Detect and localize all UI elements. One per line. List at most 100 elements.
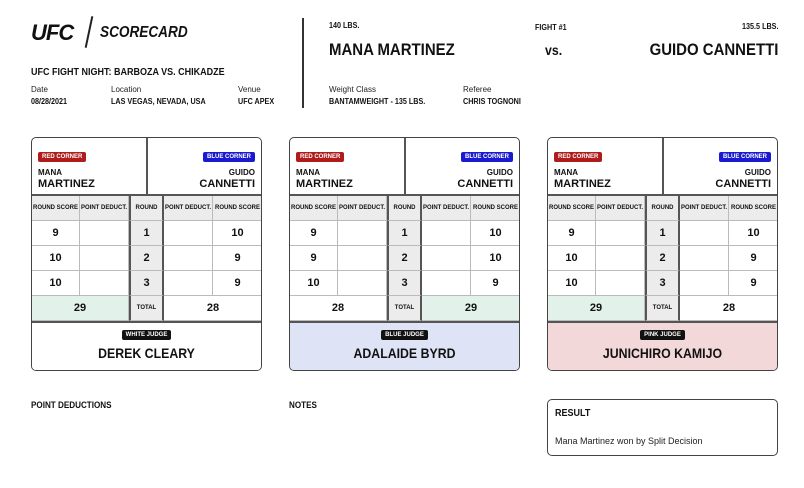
blue-first-name: GUIDO [744,168,771,177]
blue-first-name: GUIDO [486,168,513,177]
referee-value: CHRIS TOGNONI [463,97,521,106]
notes-heading: NOTES [289,400,317,410]
round-number: 3 [645,271,680,296]
column-header-round: ROUND [387,196,422,221]
blue-last-name: CANNETTI [199,178,255,190]
blue-corner-header: BLUE CORNER GUIDO CANNETTI [148,138,261,196]
red-last-name: MARTINEZ [296,178,353,190]
date-label: Date [31,85,48,94]
red-total: 28 [290,296,387,321]
blue-point-deduction [164,271,213,296]
red-corner-badge: RED CORNER [296,152,345,162]
date-value: 08/28/2021 [31,97,68,106]
blue-round-score: 9 [213,246,261,271]
red-round-score: 10 [548,271,596,296]
judge-badge: PINK JUDGE [640,330,685,340]
red-fighter-name: MANA MARTINEZ [329,40,455,59]
round-number: 2 [645,246,680,271]
red-point-deduction [338,246,387,271]
blue-round-score: 10 [471,221,519,246]
column-header-round-score: ROUND SCORE [290,196,338,221]
blue-total: 29 [422,296,519,321]
red-last-name: MARTINEZ [554,178,611,190]
red-point-deduction [80,271,129,296]
red-point-deduction [80,246,129,271]
red-corner-header: RED CORNER MANA MARTINEZ [290,138,406,196]
blue-point-deduction [680,221,729,246]
result-text: Mana Martinez won by Split Decision [555,436,703,446]
judge-name: ADALAIDE BYRD [353,345,456,361]
column-header-round: ROUND [129,196,164,221]
blue-round-score: 10 [471,246,519,271]
round-number: 3 [129,271,164,296]
column-header-round-score: ROUND SCORE [471,196,519,221]
blue-corner-header: BLUE CORNER GUIDO CANNETTI [664,138,777,196]
blue-round-score: 9 [729,246,777,271]
blue-round-score: 9 [213,271,261,296]
blue-last-name: CANNETTI [715,178,771,190]
fight-number: FIGHT #1 [535,23,567,32]
location-label: Location [111,85,142,94]
column-header-round-score: ROUND SCORE [729,196,777,221]
blue-first-name: GUIDO [228,168,255,177]
red-corner-badge: RED CORNER [38,152,87,162]
judge-section: PINK JUDGE JUNICHIRO KAMIJO [548,321,777,370]
red-point-deduction [338,221,387,246]
round-number: 1 [645,221,680,246]
round-number: 1 [387,221,422,246]
blue-total: 28 [164,296,261,321]
red-last-name: MARTINEZ [38,178,95,190]
weight-class-value: BANTAMWEIGHT - 135 LBS. [329,97,426,106]
total-label: TOTAL [129,296,164,321]
weight-class-label: Weight Class [329,85,376,94]
red-round-score: 9 [290,221,338,246]
judge-section: WHITE JUDGE DEREK CLEARY [32,321,261,370]
red-corner-header: RED CORNER MANA MARTINEZ [548,138,664,196]
round-number: 1 [129,221,164,246]
judge-badge: BLUE JUDGE [381,330,428,340]
blue-round-score: 9 [729,271,777,296]
red-point-deduction [80,221,129,246]
red-point-deduction [338,271,387,296]
blue-point-deduction [164,221,213,246]
event-name: UFC FIGHT NIGHT: BARBOZA VS. CHIKADZE [31,67,225,78]
blue-round-score: 10 [729,221,777,246]
red-corner-badge: RED CORNER [554,152,603,162]
location-value: LAS VEGAS, NEVADA, USA [111,97,206,106]
round-number: 2 [387,246,422,271]
red-round-score: 9 [548,221,596,246]
point-deductions-heading: POINT DEDUCTIONS [31,400,112,410]
blue-corner-badge: BLUE CORNER [718,152,771,162]
red-point-deduction [596,271,645,296]
logo-divider [84,16,94,48]
vs-label: vs. [545,42,563,58]
red-corner-header: RED CORNER MANA MARTINEZ [32,138,148,196]
red-round-score: 10 [548,246,596,271]
column-header-point-deduct: POINT DEDUCT. [422,196,471,221]
judge-badge: WHITE JUDGE [121,330,172,340]
blue-point-deduction [680,246,729,271]
column-header-point-deduct: POINT DEDUCT. [338,196,387,221]
result-heading: RESULT [555,408,591,419]
blue-point-deduction [680,271,729,296]
blue-corner-badge: BLUE CORNER [460,152,513,162]
blue-weight: 135.5 LBS. [741,22,778,31]
venue-label: Venue [238,85,261,94]
red-point-deduction [596,221,645,246]
blue-point-deduction [422,271,471,296]
referee-label: Referee [463,85,492,94]
red-round-score: 9 [290,246,338,271]
judge-scorecard: RED CORNER MANA MARTINEZ BLUE CORNER GUI… [289,137,520,371]
blue-round-score: 10 [213,221,261,246]
blue-corner-badge: BLUE CORNER [202,152,255,162]
red-round-score: 9 [32,221,80,246]
blue-last-name: CANNETTI [457,178,513,190]
column-header-point-deduct: POINT DEDUCT. [80,196,129,221]
column-header-round-score: ROUND SCORE [32,196,80,221]
ufc-logo: UFC [31,20,74,45]
column-header-point-deduct: POINT DEDUCT. [164,196,213,221]
judge-name: JUNICHIRO KAMIJO [602,345,723,361]
total-label: TOTAL [387,296,422,321]
red-total: 29 [32,296,129,321]
judge-section: BLUE JUDGE ADALAIDE BYRD [290,321,519,370]
